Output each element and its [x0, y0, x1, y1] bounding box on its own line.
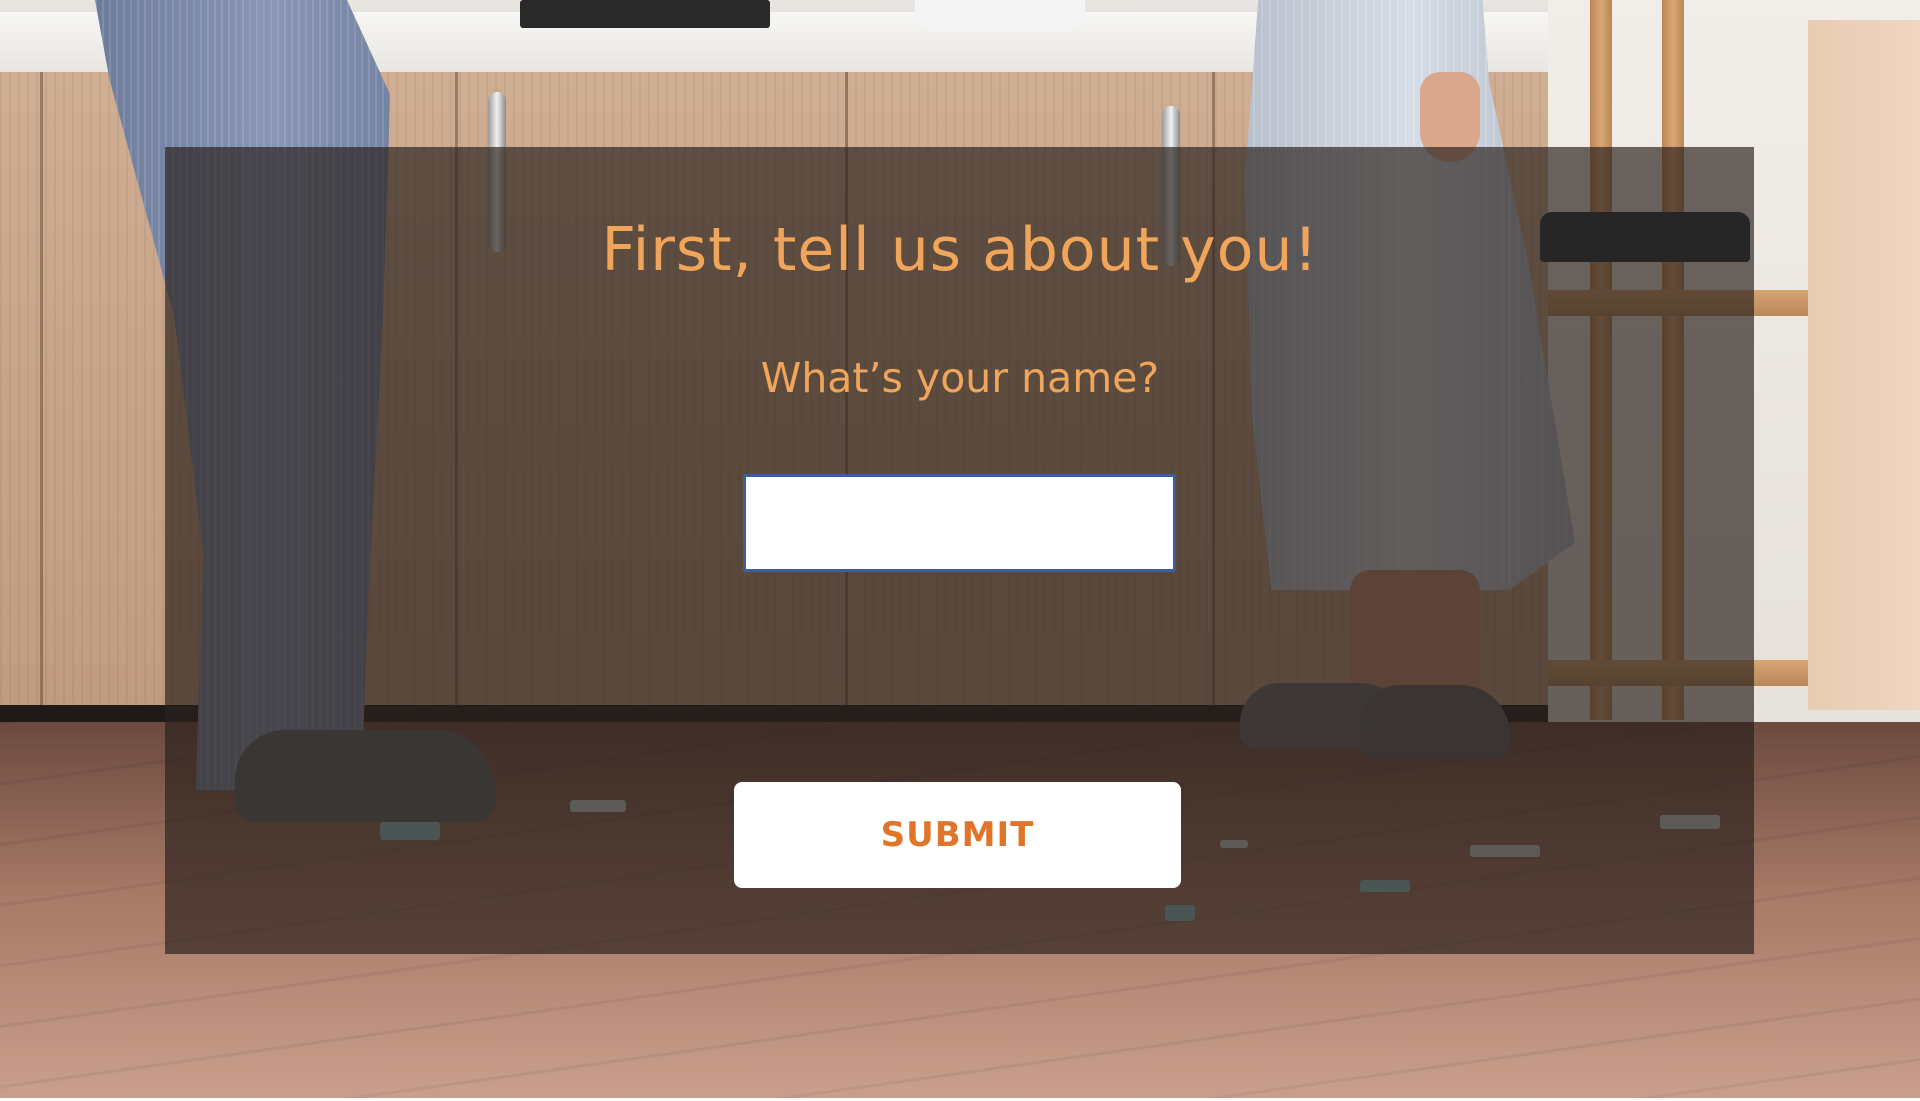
form-heading: First, tell us about you!: [601, 215, 1319, 285]
name-question-label: What’s your name?: [760, 354, 1160, 402]
bowl: [915, 0, 1085, 32]
name-input[interactable]: [743, 474, 1176, 572]
page: First, tell us about you! What’s your na…: [0, 0, 1920, 1101]
submit-button[interactable]: SUBMIT: [734, 782, 1181, 888]
stovetop: [520, 0, 770, 28]
